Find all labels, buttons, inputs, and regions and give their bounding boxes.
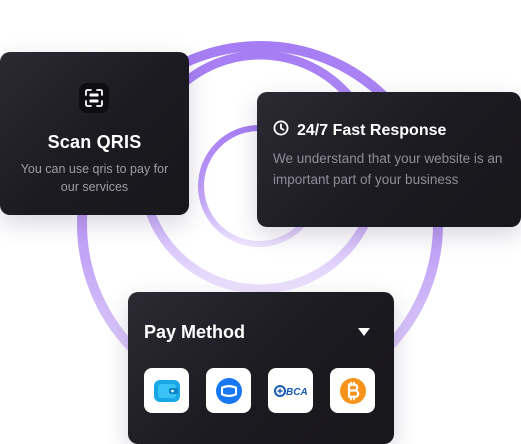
pay-option-bca[interactable]: BCA <box>268 368 313 413</box>
pay-option-wallet[interactable] <box>144 368 189 413</box>
qr-scan-icon <box>79 83 109 113</box>
fast-response-card: 24/7 Fast Response We understand that yo… <box>257 92 521 227</box>
bitcoin-icon <box>339 377 366 404</box>
bca-logo: BCA <box>273 384 308 398</box>
pay-method-title: Pay Method <box>144 322 246 342</box>
ewallet-icon <box>215 377 242 404</box>
wallet-icon <box>153 379 180 402</box>
fast-response-header: 24/7 Fast Response <box>273 120 446 141</box>
pay-method-card: Pay Method BCA <box>128 292 394 444</box>
pay-option-ewallet[interactable] <box>206 368 251 413</box>
scan-qris-description: You can use qris to pay for our services <box>20 162 169 194</box>
scan-qris-card: Scan QRIS You can use qris to pay for ou… <box>0 52 189 215</box>
scan-qris-title: Scan QRIS <box>47 132 142 152</box>
fast-response-description: We understand that your website is an im… <box>273 151 503 187</box>
pay-method-list: BCA <box>144 368 375 413</box>
clock-icon <box>273 120 289 141</box>
pay-option-bitcoin[interactable] <box>330 368 375 413</box>
bca-label: BCA <box>286 387 308 398</box>
chevron-down-icon[interactable] <box>358 328 370 336</box>
fast-response-title: 24/7 Fast Response <box>297 121 447 139</box>
